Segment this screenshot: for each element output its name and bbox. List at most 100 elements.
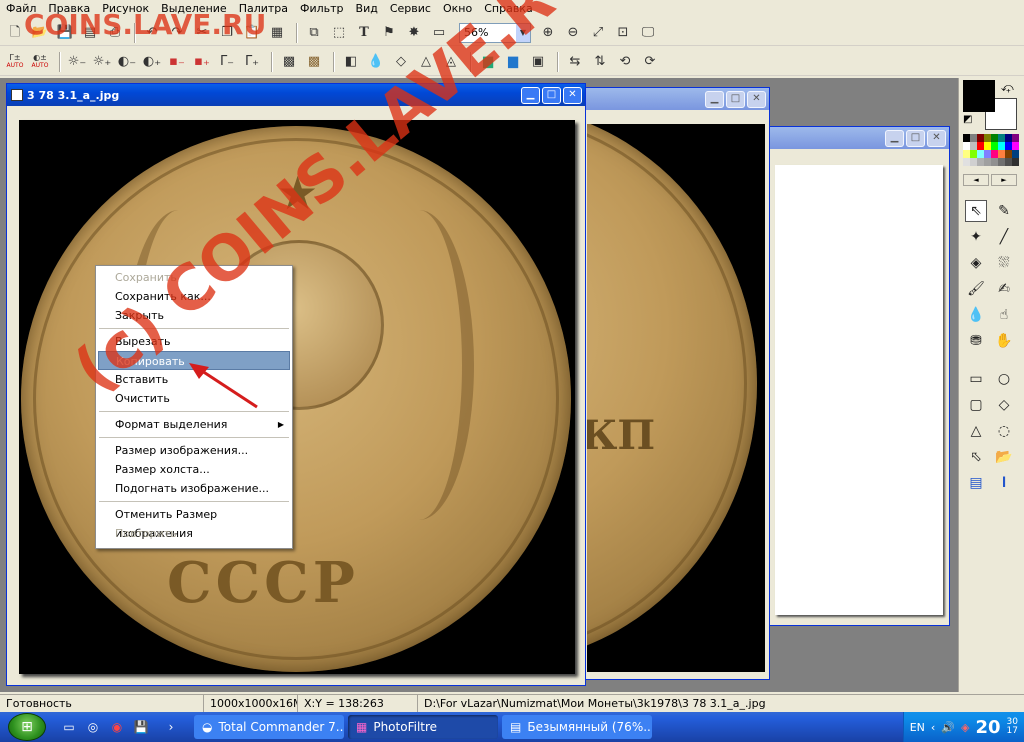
contrast-minus-icon[interactable]: ◐₋ <box>116 51 138 73</box>
language-indicator[interactable]: EN <box>910 721 925 734</box>
close-icon[interactable]: ✕ <box>747 90 766 108</box>
image-window-2[interactable]: ▁ □ ✕ КП <box>580 87 770 680</box>
volume-icon[interactable]: 🔊 <box>941 721 955 734</box>
swap-colors-icon[interactable]: ⤽ <box>1001 80 1014 95</box>
window-titlebar[interactable]: ▁ □ ✕ <box>761 127 949 149</box>
magic-wand-icon[interactable]: ✦ <box>965 226 987 248</box>
system-tray: EN ‹ 🔊 ◈ 20 30 17 <box>902 712 1024 742</box>
quicklaunch-floppy-icon[interactable]: 💾 <box>132 718 150 736</box>
polygon-icon[interactable]: ⬁ <box>965 446 987 468</box>
open-shape-icon[interactable]: 📂 <box>993 446 1015 468</box>
show-desktop-icon[interactable]: ▭ <box>60 718 78 736</box>
gamma-plus-icon[interactable]: Γ₊ <box>241 51 263 73</box>
gamma-minus-icon[interactable]: Γ₋ <box>216 51 238 73</box>
clock-minutes[interactable]: 30 17 <box>1007 718 1018 736</box>
lasso-icon[interactable]: ◌ <box>993 420 1015 442</box>
fill-bucket-icon[interactable]: ◈ <box>965 252 987 274</box>
spray-icon[interactable]: ⛆ <box>993 252 1015 274</box>
rectangle-icon[interactable]: ▭ <box>965 368 987 390</box>
tray-app-icon[interactable]: ◈ <box>961 721 969 734</box>
menu-item-fit-image[interactable]: Подогнать изображение... <box>98 479 290 498</box>
maximize-icon[interactable]: □ <box>906 129 925 147</box>
menu-service[interactable]: Сервис <box>384 0 437 18</box>
actual-size-icon[interactable]: ⊡ <box>612 22 634 44</box>
reset-colors-icon[interactable]: ◩ <box>963 114 972 125</box>
menu-item-undo[interactable]: Отменить Размер изображения <box>98 505 290 540</box>
rounded-rect-icon[interactable]: ▢ <box>965 394 987 416</box>
minimize-icon[interactable]: ▁ <box>521 86 540 104</box>
quicklaunch-opera-icon[interactable]: ◉ <box>108 718 126 736</box>
eyedropper-icon[interactable]: ✎ <box>993 200 1015 222</box>
advanced-brush-icon[interactable]: ✍ <box>993 278 1015 300</box>
tray-expand-icon[interactable]: ‹ <box>931 721 935 734</box>
hand-icon[interactable]: ✋ <box>993 330 1015 352</box>
copy-selection-icon[interactable]: ⬚ <box>328 22 350 44</box>
smudge-icon[interactable]: ☝ <box>993 304 1015 326</box>
line-tool-icon[interactable]: ╱ <box>993 226 1015 248</box>
blur-drop-icon[interactable]: 💧 <box>965 304 987 326</box>
ellipse-icon[interactable]: ○ <box>993 368 1015 390</box>
minimize-icon[interactable]: ▁ <box>705 90 724 108</box>
saturation-minus-icon[interactable]: ▪₋ <box>166 51 188 73</box>
palette-prev-icon[interactable]: ◄ <box>963 174 989 186</box>
maximize-icon[interactable]: □ <box>542 86 561 104</box>
text-icon[interactable]: T <box>353 22 375 44</box>
maximize-icon[interactable]: □ <box>726 90 745 108</box>
select-all-icon[interactable]: ▤ <box>965 472 987 494</box>
task-total-commander[interactable]: ◒ Total Commander 7.... <box>194 715 344 739</box>
image-window-3[interactable]: ▁ □ ✕ <box>760 126 950 626</box>
menu-item-selection-format[interactable]: Формат выделения ▶ <box>98 415 290 434</box>
brightness-plus-icon[interactable]: ☼₊ <box>91 51 113 73</box>
new-file-icon[interactable]: 🗋 <box>4 22 26 44</box>
window-titlebar[interactable]: ▁ □ ✕ <box>581 88 769 110</box>
menu-separator <box>99 437 289 438</box>
blur-icon[interactable]: 💧 <box>365 51 387 73</box>
antialias-icon[interactable]: ◧ <box>340 51 362 73</box>
flip-vertical-icon[interactable]: ⇅ <box>589 51 611 73</box>
menu-view[interactable]: Вид <box>350 0 384 18</box>
zoom-out-icon[interactable]: ⊖ <box>562 22 584 44</box>
effect-icon[interactable]: ✸ <box>403 22 425 44</box>
quicklaunch-app-icon[interactable]: ◎ <box>84 718 102 736</box>
task-document[interactable]: ▤ Безымянный (76%... <box>502 715 652 739</box>
text-cursor-icon[interactable]: 𝐈 <box>993 472 1015 494</box>
close-icon[interactable]: ✕ <box>927 129 946 147</box>
task-photofiltre[interactable]: ▦ PhotoFiltre <box>348 715 498 739</box>
fullscreen-icon[interactable]: 🖵 <box>637 22 659 44</box>
menu-filter[interactable]: Фильтр <box>294 0 350 18</box>
menu-item-canvas-size[interactable]: Размер холста... <box>98 460 290 479</box>
auto-contrast-icon[interactable]: ◐± AUTO <box>29 51 51 73</box>
close-icon[interactable]: ✕ <box>563 86 582 104</box>
selection-tool-icon[interactable]: ⇖ <box>965 200 987 222</box>
rotate-left-icon[interactable]: ⟲ <box>614 51 636 73</box>
brightness-minus-icon[interactable]: ☼₋ <box>66 51 88 73</box>
color-palette-grid[interactable] <box>963 134 1021 170</box>
menu-item-image-size[interactable]: Размер изображения... <box>98 441 290 460</box>
coin-image-2[interactable]: КП <box>587 124 765 672</box>
blank-canvas[interactable] <box>775 165 943 615</box>
filter-icon[interactable]: ⧉ <box>303 22 325 44</box>
quicklaunch-more-icon[interactable]: › <box>162 718 180 736</box>
auto-level-icon[interactable]: Γ± AUTO <box>4 51 26 73</box>
rotate-right-icon[interactable]: ⟳ <box>639 51 661 73</box>
saturation-plus-icon[interactable]: ▪₊ <box>191 51 213 73</box>
diamond-icon[interactable]: ◇ <box>993 394 1015 416</box>
auto-label: AUTO <box>31 62 49 69</box>
clock-hours[interactable]: 20 <box>975 717 1000 738</box>
status-path: D:\For vLazar\Numizmat\Мои Монеты\3k1978… <box>424 696 766 710</box>
triangle-icon[interactable]: △ <box>965 420 987 442</box>
fit-image-icon[interactable]: ⤢ <box>587 22 609 44</box>
window-titlebar[interactable]: 3 78 3.1_a_.jpg ▁ □ ✕ <box>7 84 585 106</box>
grayscale-icon[interactable]: ▩ <box>278 51 300 73</box>
stamp-icon[interactable]: ⚑ <box>378 22 400 44</box>
clone-stamp-icon[interactable]: ⛃ <box>965 330 987 352</box>
start-button[interactable]: ⊞ <box>8 713 46 741</box>
frame-icon[interactable]: ▣ <box>527 51 549 73</box>
palette-icon[interactable]: ▦ <box>266 22 288 44</box>
flip-horizontal-icon[interactable]: ⇆ <box>564 51 586 73</box>
brush-icon[interactable]: 🖌 <box>965 278 987 300</box>
sepia-icon[interactable]: ▩ <box>303 51 325 73</box>
minimize-icon[interactable]: ▁ <box>885 129 904 147</box>
palette-next-icon[interactable]: ► <box>991 174 1017 186</box>
contrast-plus-icon[interactable]: ◐₊ <box>141 51 163 73</box>
